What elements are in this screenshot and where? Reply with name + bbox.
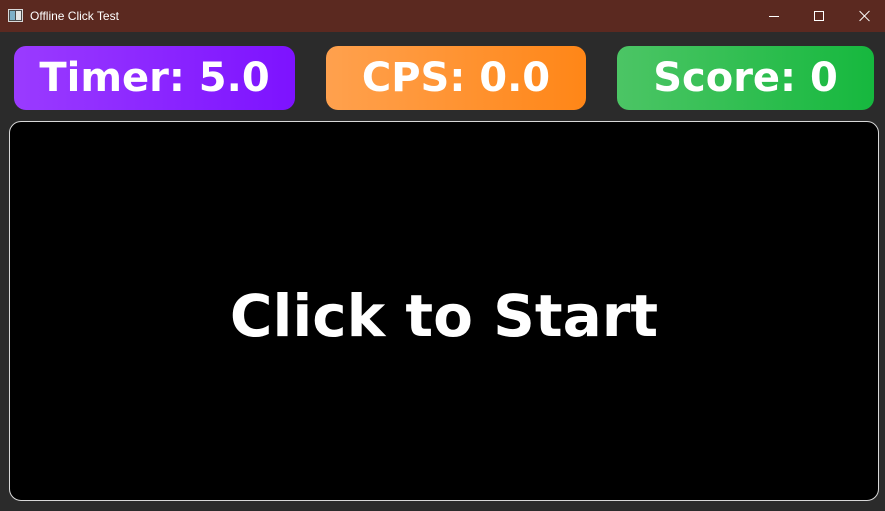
maximize-icon [814,11,824,21]
app-window-icon [8,9,23,22]
click-to-start-label: Click to Start [229,282,659,350]
minimize-button[interactable] [751,0,797,32]
close-button[interactable] [842,0,885,32]
app-window: Offline Click Test Timer: 5.0 CPS: 0.0 S… [0,0,885,511]
score-display: Score: 0 [617,46,874,110]
cps-display: CPS: 0.0 [326,46,586,110]
click-area[interactable]: Click to Start [9,121,879,501]
maximize-button[interactable] [796,0,842,32]
window-title: Offline Click Test [30,9,119,23]
close-icon [859,10,871,22]
minimize-icon [769,15,779,17]
title-bar[interactable]: Offline Click Test [0,0,885,32]
timer-display: Timer: 5.0 [14,46,295,110]
